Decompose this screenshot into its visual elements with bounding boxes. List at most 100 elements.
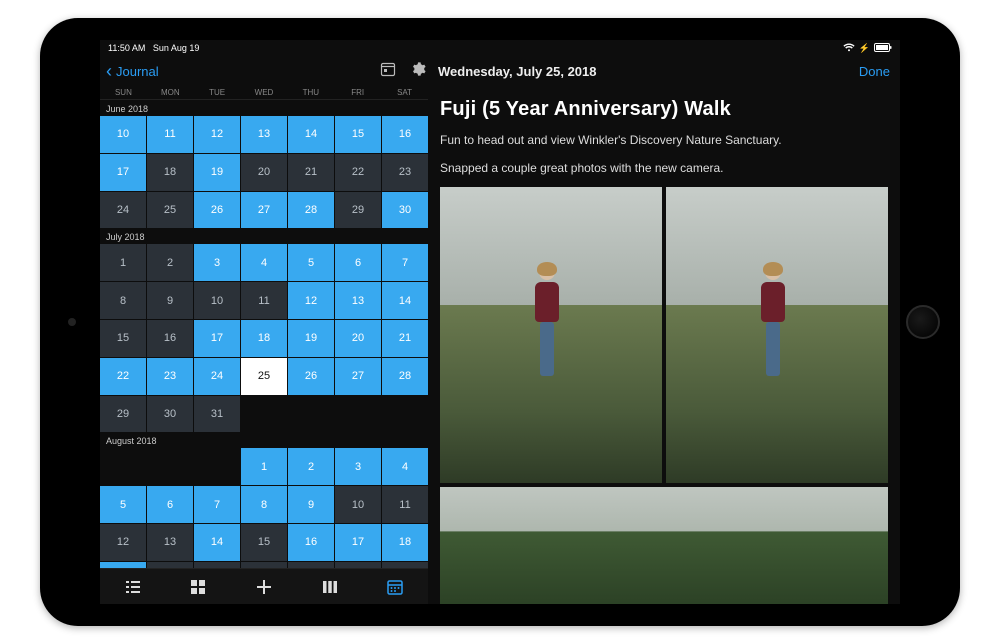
nav-bar: ‹ Journal Wednesday, July 25, 2018 Done bbox=[100, 56, 900, 86]
day-cell[interactable]: 26 bbox=[194, 192, 240, 229]
day-cell[interactable]: 30 bbox=[382, 192, 428, 229]
day-cell[interactable]: 29 bbox=[100, 396, 146, 433]
day-cell[interactable]: 11 bbox=[382, 486, 428, 523]
day-cell[interactable]: 5 bbox=[288, 244, 334, 281]
day-cell[interactable]: 31 bbox=[194, 396, 240, 433]
day-cell[interactable]: 18 bbox=[241, 320, 287, 357]
done-button[interactable]: Done bbox=[859, 64, 890, 79]
month-grid: 10111213141516 17181920212223 242526272829… bbox=[100, 116, 428, 228]
day-cell[interactable]: 15 bbox=[100, 320, 146, 357]
day-cell[interactable]: 12 bbox=[194, 116, 240, 153]
day-cell[interactable]: 12 bbox=[288, 282, 334, 319]
day-cell[interactable]: 29 bbox=[335, 192, 381, 229]
day-cell[interactable]: 12 bbox=[100, 524, 146, 561]
day-header: MON bbox=[147, 88, 194, 97]
day-cell[interactable]: 30 bbox=[147, 396, 193, 433]
day-cell[interactable]: 1 bbox=[241, 448, 287, 485]
sidebar: SUNMONTUEWEDTHUFRISAT June 2018101112131… bbox=[100, 86, 428, 604]
entry-photo-1[interactable] bbox=[440, 187, 662, 483]
day-cell[interactable]: 23 bbox=[147, 358, 193, 395]
entry-photo-2[interactable] bbox=[666, 187, 888, 483]
day-cell[interactable]: 6 bbox=[147, 486, 193, 523]
day-cell[interactable]: 14 bbox=[288, 116, 334, 153]
day-cell[interactable]: 20 bbox=[241, 154, 287, 191]
day-cell[interactable]: 17 bbox=[194, 320, 240, 357]
day-cell[interactable]: 11 bbox=[147, 116, 193, 153]
day-cell[interactable]: 24 bbox=[100, 192, 146, 229]
day-cell[interactable]: 7 bbox=[382, 244, 428, 281]
status-time: 11:50 AM bbox=[108, 43, 145, 53]
status-left: 11:50 AM Sun Aug 19 bbox=[108, 43, 199, 53]
day-cell[interactable]: 28 bbox=[288, 192, 334, 229]
tab-calendar-view[interactable] bbox=[362, 569, 428, 604]
day-cell[interactable]: 18 bbox=[147, 154, 193, 191]
day-cell[interactable]: 4 bbox=[241, 244, 287, 281]
day-cell[interactable]: 10 bbox=[194, 282, 240, 319]
day-cell[interactable]: 26 bbox=[288, 358, 334, 395]
day-cell[interactable]: 27 bbox=[335, 358, 381, 395]
today-icon[interactable] bbox=[380, 61, 396, 82]
day-cell[interactable]: 9 bbox=[288, 486, 334, 523]
tab-column-view[interactable] bbox=[297, 569, 363, 604]
entry-para-2[interactable]: Snapped a couple great photos with the n… bbox=[440, 159, 888, 177]
day-cell[interactable]: 19 bbox=[288, 320, 334, 357]
entry-title[interactable]: Fuji (5 Year Anniversary) Walk bbox=[440, 98, 888, 121]
month-grid: 1234567891011121314151617181920212223242… bbox=[100, 244, 428, 432]
ipad-frame: 11:50 AM Sun Aug 19 ⚡ ‹ Journal bbox=[40, 18, 960, 626]
day-cell[interactable]: 21 bbox=[382, 320, 428, 357]
tab-list-view[interactable] bbox=[100, 569, 166, 604]
day-cell[interactable]: 24 bbox=[194, 358, 240, 395]
day-cell[interactable]: 20 bbox=[335, 320, 381, 357]
status-right: ⚡ bbox=[843, 43, 892, 54]
day-cell[interactable]: 25 bbox=[241, 358, 287, 395]
day-header: SUN bbox=[100, 88, 147, 97]
day-cell[interactable]: 7 bbox=[194, 486, 240, 523]
home-button[interactable] bbox=[906, 305, 940, 339]
day-cell[interactable]: 1 bbox=[100, 244, 146, 281]
day-cell[interactable]: 11 bbox=[241, 282, 287, 319]
day-cell[interactable]: 10 bbox=[100, 116, 146, 153]
day-cell[interactable]: 9 bbox=[147, 282, 193, 319]
day-cell[interactable]: 22 bbox=[100, 358, 146, 395]
day-cell[interactable]: 6 bbox=[335, 244, 381, 281]
tab-new-entry[interactable] bbox=[231, 569, 297, 604]
back-button[interactable]: ‹ Journal bbox=[100, 62, 159, 80]
day-cell[interactable]: 16 bbox=[288, 524, 334, 561]
day-cell[interactable]: 3 bbox=[194, 244, 240, 281]
day-cell[interactable]: 2 bbox=[288, 448, 334, 485]
day-cell[interactable]: 15 bbox=[241, 524, 287, 561]
day-cell[interactable]: 3 bbox=[335, 448, 381, 485]
day-header-row: SUNMONTUEWEDTHUFRISAT bbox=[100, 86, 428, 100]
day-cell[interactable]: 13 bbox=[335, 282, 381, 319]
day-cell[interactable]: 21 bbox=[288, 154, 334, 191]
day-cell[interactable]: 13 bbox=[241, 116, 287, 153]
tab-grid-view[interactable] bbox=[166, 569, 232, 604]
day-cell[interactable]: 10 bbox=[335, 486, 381, 523]
day-cell[interactable]: 14 bbox=[382, 282, 428, 319]
day-cell[interactable]: 17 bbox=[335, 524, 381, 561]
day-cell[interactable]: 8 bbox=[241, 486, 287, 523]
gear-icon[interactable] bbox=[410, 61, 426, 82]
day-cell[interactable]: 27 bbox=[241, 192, 287, 229]
day-cell[interactable]: 16 bbox=[382, 116, 428, 153]
entry-panel[interactable]: Fuji (5 Year Anniversary) Walk Fun to he… bbox=[428, 86, 900, 604]
entry-para-1[interactable]: Fun to head out and view Winkler's Disco… bbox=[440, 131, 888, 149]
day-cell[interactable]: 4 bbox=[382, 448, 428, 485]
day-cell[interactable]: 5 bbox=[100, 486, 146, 523]
calendar-scroll[interactable]: June 20181011121314151617181920212223242… bbox=[100, 100, 428, 568]
day-cell[interactable]: 17 bbox=[100, 154, 146, 191]
day-cell[interactable]: 8 bbox=[100, 282, 146, 319]
day-cell[interactable]: 16 bbox=[147, 320, 193, 357]
day-cell[interactable]: 22 bbox=[335, 154, 381, 191]
day-cell[interactable]: 28 bbox=[382, 358, 428, 395]
day-cell[interactable]: 15 bbox=[335, 116, 381, 153]
day-cell[interactable]: 14 bbox=[194, 524, 240, 561]
day-cell[interactable]: 18 bbox=[382, 524, 428, 561]
day-cell[interactable]: 23 bbox=[382, 154, 428, 191]
day-cell[interactable]: 2 bbox=[147, 244, 193, 281]
day-cell[interactable]: 25 bbox=[147, 192, 193, 229]
day-cell[interactable]: 13 bbox=[147, 524, 193, 561]
day-cell[interactable]: 19 bbox=[194, 154, 240, 191]
entry-photo-3[interactable] bbox=[440, 487, 888, 604]
day-blank bbox=[147, 448, 193, 485]
